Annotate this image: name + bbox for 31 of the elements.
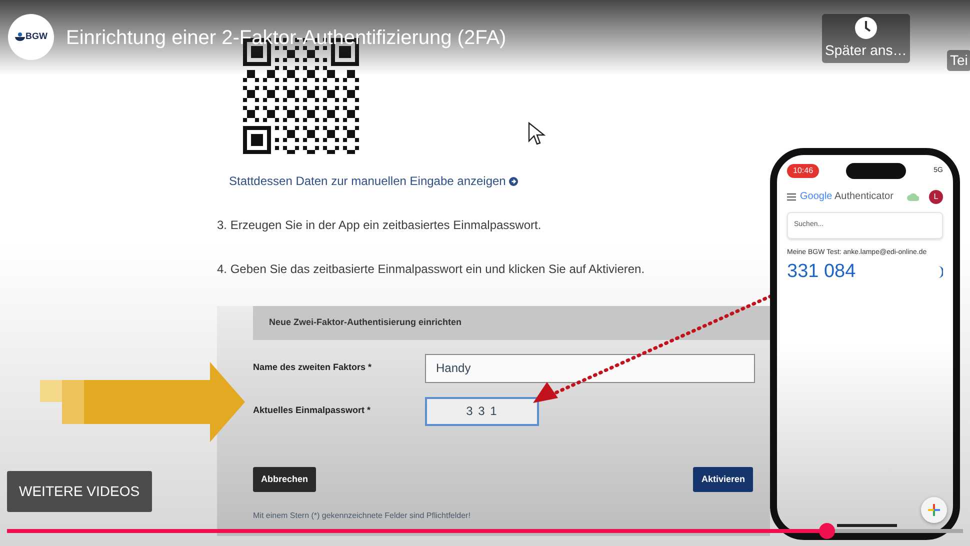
instruction-step: 4. Geben Sie das zeitbasierte Einmalpasswort ein und klicken Sie auf Aktivieren. [217,260,770,278]
home-indicator [837,524,897,527]
plus-icon [928,504,940,516]
cancel-button[interactable]: Abbrechen [253,466,316,492]
required-note: Mit einem Stern (*) gekennzeichnete Felder sind Pflichtfelder! [253,510,472,522]
app-title: Google Authenticator [800,190,894,204]
instruction-step: 3. Erzeugen Sie in der App ein zeitbasiertes Einmalpasswort. [217,216,770,234]
cloud-icon [907,192,919,200]
watch-later-button[interactable]: Später ans… [822,14,910,63]
one-time-code: 331 084 [787,260,856,284]
input-field[interactable]: 3 3 1 [425,396,539,426]
share-button[interactable]: Tei [947,50,970,71]
status-time: 10:46 [787,164,820,178]
form-header: Neue Zwei-Faktor-Authentisierung einrichten [253,306,770,340]
avatar[interactable]: L [929,190,943,204]
link-text[interactable]: Stattdessen Daten zur manuellen Eingabe anzeigen [229,174,506,188]
logo-mark-icon [14,32,24,42]
field-label: Name des zweiten Faktors * [253,361,373,374]
field-label: Aktuelles Einmalpasswort * [253,404,372,418]
logo-text: BGW [26,30,48,44]
add-button[interactable] [921,497,947,523]
arrow-icon [40,362,245,442]
more-videos-button[interactable]: WEITERE VIDEOS [7,471,152,512]
mouse-pointer-icon [528,122,546,146]
input-field[interactable]: Handy [425,354,755,382]
clock-icon [854,16,878,40]
arrow-circle-icon [509,177,518,186]
camera-island [846,163,906,179]
activate-button[interactable]: Aktivieren [693,466,753,492]
menu-icon[interactable] [787,192,796,200]
channel-logo[interactable]: BGW [8,14,54,60]
